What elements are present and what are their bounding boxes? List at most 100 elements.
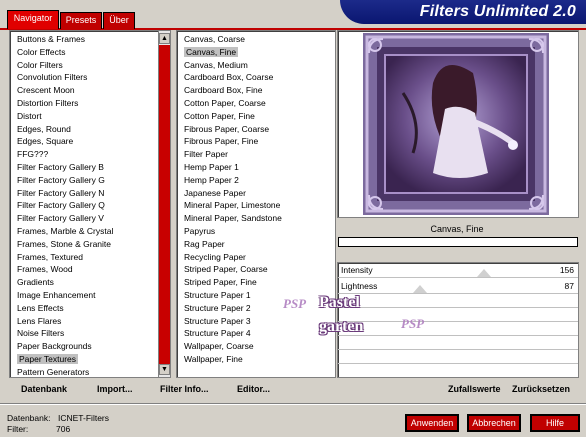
category-item[interactable]: Filter Factory Gallery Q bbox=[14, 199, 154, 212]
filter-item[interactable]: Wallpaper, Coarse bbox=[181, 340, 331, 353]
filter-item-label: Hemp Paper 1 bbox=[184, 161, 239, 172]
filter-item[interactable]: Cotton Paper, Fine bbox=[181, 110, 331, 123]
slider-intensity[interactable]: Intensity 156 bbox=[338, 263, 578, 277]
category-item[interactable]: Distortion Filters bbox=[14, 97, 154, 110]
filter-item[interactable]: Recycling Paper bbox=[181, 251, 331, 264]
filter-item-label: Striped Paper, Fine bbox=[184, 277, 257, 288]
filter-item-label: Striped Paper, Coarse bbox=[184, 264, 268, 275]
category-item[interactable]: Frames, Stone & Granite bbox=[14, 238, 154, 251]
category-item[interactable]: Filter Factory Gallery V bbox=[14, 212, 154, 225]
filter-item-label: Canvas, Medium bbox=[184, 59, 248, 70]
category-item[interactable]: Buttons & Frames bbox=[14, 33, 154, 46]
category-item[interactable]: Filter Factory Gallery G bbox=[14, 174, 154, 187]
intensity-label: Intensity bbox=[341, 265, 373, 275]
category-item[interactable]: Edges, Round bbox=[14, 123, 154, 136]
lightness-thumb[interactable] bbox=[412, 285, 427, 293]
category-item[interactable]: Noise Filters bbox=[14, 327, 154, 340]
category-list[interactable]: Buttons & Frames Color Effects Color Filte… bbox=[14, 33, 154, 379]
category-item[interactable]: Paper Textures bbox=[14, 353, 154, 366]
slider-divider bbox=[338, 293, 578, 294]
filter-item[interactable]: Cotton Paper, Coarse bbox=[181, 97, 331, 110]
import-button[interactable]: Import... bbox=[97, 384, 133, 394]
filter-item[interactable]: Cardboard Box, Coarse bbox=[181, 71, 331, 84]
filter-item-label: Mineral Paper, Sandstone bbox=[184, 213, 282, 224]
filter-item[interactable]: Fibrous Paper, Coarse bbox=[181, 123, 331, 136]
scroll-thumb[interactable] bbox=[159, 45, 170, 365]
category-item[interactable]: Paper Backgrounds bbox=[14, 340, 154, 353]
lightness-value: 87 bbox=[564, 281, 574, 291]
filter-item[interactable]: Canvas, Fine bbox=[181, 46, 331, 59]
filter-item-label: Rag Paper bbox=[184, 238, 225, 249]
filter-item[interactable]: Striped Paper, Coarse bbox=[181, 263, 331, 276]
category-item-label: Pattern Generators bbox=[17, 366, 90, 377]
intensity-thumb[interactable] bbox=[477, 269, 492, 277]
status-divider bbox=[0, 404, 586, 405]
filter-item[interactable]: Structure Paper 1 bbox=[181, 289, 331, 302]
filter-info-button[interactable]: Filter Info... bbox=[160, 384, 209, 394]
category-item[interactable]: FFG??? bbox=[14, 148, 154, 161]
scroll-up-icon[interactable]: ▲ bbox=[159, 33, 170, 44]
cancel-button[interactable]: Abbrechen bbox=[467, 414, 521, 432]
filter-item-label: Filter Paper bbox=[184, 149, 228, 160]
category-item[interactable]: Color Effects bbox=[14, 46, 154, 59]
category-item[interactable]: Filter Factory Gallery N bbox=[14, 187, 154, 200]
category-item-label: Distortion Filters bbox=[17, 97, 79, 108]
category-item-label: Frames, Textured bbox=[17, 251, 83, 262]
category-item[interactable]: Color Filters bbox=[14, 59, 154, 72]
filter-item[interactable]: Japanese Paper bbox=[181, 187, 331, 200]
tab-ueber[interactable]: Über bbox=[103, 12, 135, 29]
category-item[interactable]: Pattern Generators bbox=[14, 366, 154, 379]
category-item[interactable]: Convolution Filters bbox=[14, 71, 154, 84]
category-item[interactable]: Edges, Square bbox=[14, 135, 154, 148]
preview-panel bbox=[337, 30, 579, 218]
slider-lightness[interactable]: Lightness 87 bbox=[338, 279, 578, 293]
category-item[interactable]: Gradients bbox=[14, 276, 154, 289]
filter-item[interactable]: Canvas, Coarse bbox=[181, 33, 331, 46]
tab-navigator[interactable]: Navigator bbox=[7, 10, 59, 29]
filter-item[interactable]: Hemp Paper 1 bbox=[181, 161, 331, 174]
filter-item[interactable]: Papyrus bbox=[181, 225, 331, 238]
action-bar: Datenbank Import... Filter Info... Edito… bbox=[0, 378, 586, 402]
category-item-label: Filter Factory Gallery Q bbox=[17, 200, 105, 211]
category-item[interactable]: Lens Effects bbox=[14, 302, 154, 315]
help-button[interactable]: Hilfe bbox=[530, 414, 580, 432]
filter-item-label: Structure Paper 4 bbox=[184, 328, 251, 339]
category-item-label: Paper Textures bbox=[17, 353, 79, 364]
category-item[interactable]: Filter Factory Gallery B bbox=[14, 161, 154, 174]
title-banner: Filters Unlimited 2.0 bbox=[340, 0, 586, 24]
category-item[interactable]: Frames, Wood bbox=[14, 263, 154, 276]
database-value: ICNET-Filters bbox=[58, 413, 109, 423]
filter-item[interactable]: Rag Paper bbox=[181, 238, 331, 251]
apply-button[interactable]: Anwenden bbox=[405, 414, 459, 432]
category-item-label: Noise Filters bbox=[17, 328, 65, 339]
tab-presets[interactable]: Presets bbox=[60, 12, 102, 29]
category-scrollbar[interactable]: ▲ ▼ bbox=[158, 31, 170, 377]
filter-item[interactable]: Hemp Paper 2 bbox=[181, 174, 331, 187]
filter-item[interactable]: Filter Paper bbox=[181, 148, 331, 161]
filter-item-label: Wallpaper, Coarse bbox=[184, 341, 254, 352]
filter-item[interactable]: Fibrous Paper, Fine bbox=[181, 135, 331, 148]
datenbank-button[interactable]: Datenbank bbox=[21, 384, 67, 394]
filter-item[interactable]: Structure Paper 4 bbox=[181, 327, 331, 340]
filter-list[interactable]: Canvas, Coarse Canvas, Fine Canvas, Medium… bbox=[181, 33, 331, 366]
category-item[interactable]: Crescent Moon bbox=[14, 84, 154, 97]
category-item[interactable]: Distort bbox=[14, 110, 154, 123]
database-label: Datenbank: bbox=[7, 413, 51, 423]
category-item[interactable]: Image Enhancement bbox=[14, 289, 154, 302]
zufallswerte-button[interactable]: Zufallswerte bbox=[448, 384, 501, 394]
filter-item[interactable]: Canvas, Medium bbox=[181, 59, 331, 72]
filter-item[interactable]: Striped Paper, Fine bbox=[181, 276, 331, 289]
filter-item[interactable]: Cardboard Box, Fine bbox=[181, 84, 331, 97]
category-item[interactable]: Frames, Textured bbox=[14, 251, 154, 264]
filter-item-label: Cardboard Box, Fine bbox=[184, 85, 263, 96]
scroll-down-icon[interactable]: ▼ bbox=[159, 364, 170, 375]
category-item[interactable]: Lens Flares bbox=[14, 315, 154, 328]
filter-item[interactable]: Wallpaper, Fine bbox=[181, 353, 331, 366]
filter-item[interactable]: Structure Paper 2 bbox=[181, 302, 331, 315]
filter-item[interactable]: Structure Paper 3 bbox=[181, 315, 331, 328]
editor-button[interactable]: Editor... bbox=[237, 384, 270, 394]
filter-item[interactable]: Mineral Paper, Limestone bbox=[181, 199, 331, 212]
zuruecksetzen-button[interactable]: Zurücksetzen bbox=[512, 384, 570, 394]
filter-item[interactable]: Mineral Paper, Sandstone bbox=[181, 212, 331, 225]
category-item[interactable]: Frames, Marble & Crystal bbox=[14, 225, 154, 238]
